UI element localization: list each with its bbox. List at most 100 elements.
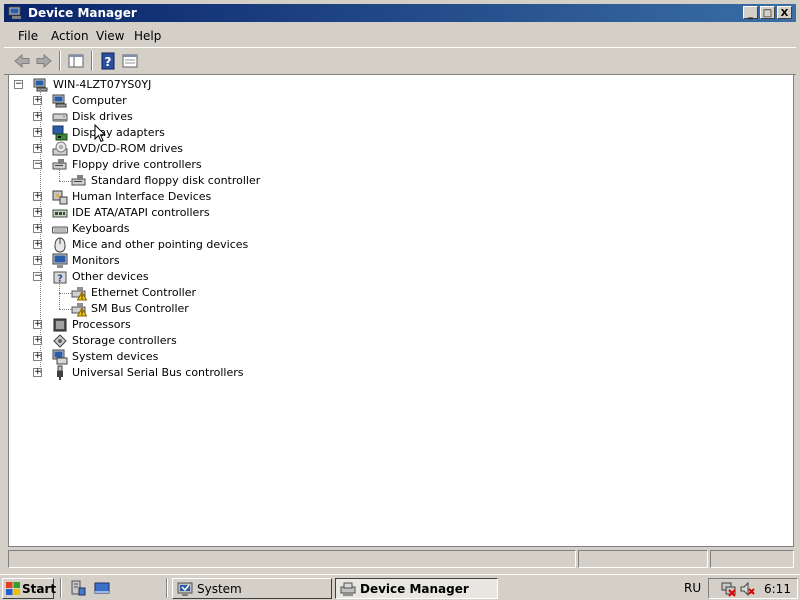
menu-help[interactable]: Help: [134, 29, 161, 43]
floppy-controller-icon: [71, 175, 86, 186]
toolbar-separator: [91, 51, 93, 71]
tree-node-label: Storage controllers: [72, 334, 177, 347]
device-manager-icon: [8, 6, 21, 19]
tree-node[interactable]: −? Other devices: [9, 269, 789, 285]
tree-node[interactable]: + Storage controllers: [9, 333, 789, 349]
usb-icon: [57, 365, 63, 380]
taskbar-button-label: System: [197, 582, 242, 596]
title-bar[interactable]: Device Manager _ □ X: [4, 4, 796, 22]
tree-node[interactable]: − WIN-4LZT07YS0YJ: [9, 77, 789, 93]
taskbar-button-device-manager[interactable]: Device Manager: [335, 578, 498, 599]
windows-flag-icon: [6, 582, 20, 595]
tree-node-label: Processors: [72, 318, 131, 331]
tree-node-label: Mice and other pointing devices: [72, 238, 249, 251]
start-button[interactable]: Start: [2, 578, 57, 599]
tree-node[interactable]: + Monitors: [9, 253, 789, 269]
back-icon[interactable]: [12, 51, 32, 71]
tree-guide-line: [59, 281, 60, 309]
tree-node-label: Disk drives: [72, 110, 133, 123]
taskbar-button-label: Device Manager: [360, 582, 469, 596]
processor-icon: [53, 318, 67, 332]
language-indicator[interactable]: RU: [684, 581, 701, 595]
status-panel: [710, 550, 794, 568]
console-tree-icon[interactable]: [66, 51, 86, 71]
start-label: Start: [22, 582, 57, 596]
taskbar: Start System Device Manager RU 6:11: [0, 574, 800, 600]
tree-node-label: Floppy drive controllers: [72, 158, 202, 171]
system-devices-icon: [52, 349, 68, 365]
status-bar: [8, 550, 794, 568]
taskbar-separator: [166, 578, 168, 598]
help-icon[interactable]: ?: [98, 51, 118, 71]
show-desktop-icon[interactable]: [94, 580, 110, 596]
tree-node-label: Display adapters: [72, 126, 165, 139]
tree-node[interactable]: Ethernet Controller: [9, 285, 789, 301]
other-devices-icon: ?: [53, 271, 67, 285]
forward-icon[interactable]: [34, 51, 54, 71]
tree-node-label: Monitors: [72, 254, 120, 267]
tree-node-label: DVD/CD-ROM drives: [72, 142, 183, 155]
device-tree[interactable]: − WIN-4LZT07YS0YJ + Computer + Disk drives + Di…: [8, 74, 794, 547]
properties-icon[interactable]: [120, 51, 140, 71]
unknown-device-warning-icon: [71, 287, 87, 301]
collapse-toggle[interactable]: −: [14, 80, 23, 89]
tree-node[interactable]: + Human Interface Devices: [9, 189, 789, 205]
toolbar: ?: [4, 47, 796, 75]
menu-view[interactable]: View: [96, 29, 124, 43]
tree-node[interactable]: + Keyboards: [9, 221, 789, 237]
tree-node[interactable]: + Display adapters: [9, 125, 789, 141]
tree-node-label: Universal Serial Bus controllers: [72, 366, 244, 379]
tree-guide-line: [59, 309, 71, 310]
status-panel: [8, 550, 576, 568]
computer-icon: [52, 94, 67, 108]
minimize-button[interactable]: _: [743, 6, 758, 19]
network-disconnected-icon[interactable]: [721, 581, 737, 597]
tree-node-label: Human Interface Devices: [72, 190, 212, 203]
toolbar-separator: [59, 51, 61, 71]
keyboard-icon: [52, 226, 68, 234]
floppy-controller-icon: [52, 159, 67, 170]
tree-node-label: Other devices: [72, 270, 149, 283]
svg-text:?: ?: [57, 274, 63, 285]
tree-node[interactable]: SM Bus Controller: [9, 301, 789, 317]
hid-icon: [52, 190, 68, 205]
menu-file[interactable]: File: [18, 29, 38, 43]
tree-node[interactable]: + Computer: [9, 93, 789, 109]
display-adapter-icon: [52, 125, 68, 141]
tree-guide-line: [59, 293, 71, 294]
system-icon: [177, 582, 193, 596]
tree-node[interactable]: + System devices: [9, 349, 789, 365]
volume-muted-icon[interactable]: [739, 581, 755, 597]
ide-controller-icon: [52, 209, 68, 218]
tree-node[interactable]: Standard floppy disk controller: [9, 173, 789, 189]
disk-drive-icon: [52, 113, 68, 122]
tree-node-label: Standard floppy disk controller: [91, 174, 261, 187]
tree-node[interactable]: + IDE ATA/ATAPI controllers: [9, 205, 789, 221]
tree-guide-line: [40, 89, 41, 373]
tree-node[interactable]: + Universal Serial Bus controllers: [9, 365, 789, 381]
menu-action[interactable]: Action: [51, 29, 89, 43]
tree-node[interactable]: + Processors: [9, 317, 789, 333]
tree-node-label: Computer: [72, 94, 127, 107]
tree-node-label: Keyboards: [72, 222, 130, 235]
tree-node[interactable]: + DVD/CD-ROM drives: [9, 141, 789, 157]
tree-node[interactable]: + Disk drives: [9, 109, 789, 125]
tree-node[interactable]: + Mice and other pointing devices: [9, 237, 789, 253]
server-manager-icon[interactable]: [70, 580, 86, 596]
computer-icon: [33, 78, 48, 92]
monitor-icon: [52, 253, 68, 268]
tree-node[interactable]: − Floppy drive controllers: [9, 157, 789, 173]
window-title: Device Manager: [28, 6, 137, 20]
tree-node-label: WIN-4LZT07YS0YJ: [53, 78, 152, 91]
tree-node-label: SM Bus Controller: [91, 302, 189, 315]
taskbar-button-system[interactable]: System: [172, 578, 332, 599]
svg-text:?: ?: [105, 55, 112, 69]
tree-node-label: Ethernet Controller: [91, 286, 196, 299]
mouse-icon: [54, 237, 66, 253]
menu-bar: File Action View Help: [4, 26, 796, 46]
dvd-icon: [52, 141, 68, 156]
close-button[interactable]: X: [777, 6, 792, 19]
device-manager-window: Device Manager _ □ X File Action View Help…: [0, 0, 800, 574]
tree-node-label: System devices: [72, 350, 159, 363]
maximize-button[interactable]: □: [760, 6, 775, 19]
